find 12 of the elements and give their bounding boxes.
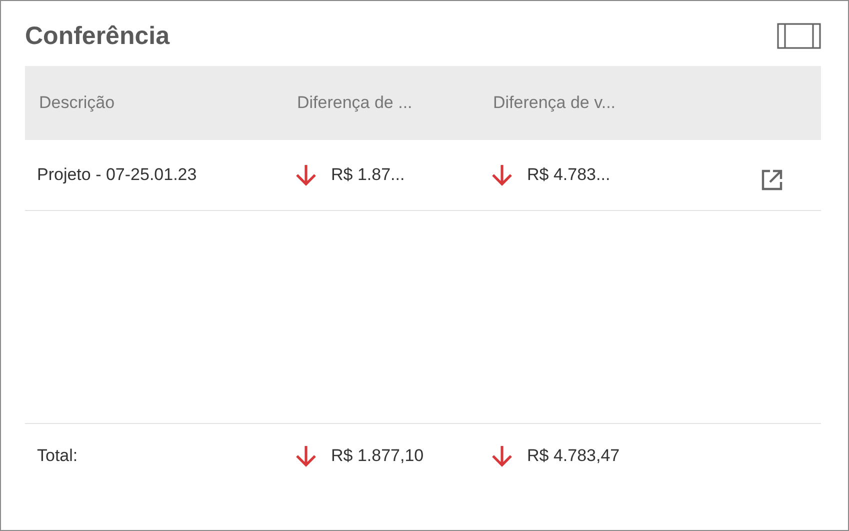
panel-title: Conferência [25,24,170,48]
table-cell-text: R$ 4.783,47 [527,444,620,467]
table-cell-text: R$ 4.783... [527,164,610,186]
column-header[interactable]: Descrição [39,90,297,116]
external-link-icon[interactable] [761,169,783,191]
table-cell-text: Projeto - 07-25.01.23 [37,164,198,186]
column-header[interactable]: Diferença de v... [493,90,723,116]
table-cell-text: R$ 1.877,10 [331,444,424,467]
columns-icon[interactable] [777,23,821,49]
table-cell-text: R$ 1.87... [331,164,405,186]
column-header[interactable]: Diferença de ... [297,90,493,116]
total-label: Total: [37,444,79,467]
